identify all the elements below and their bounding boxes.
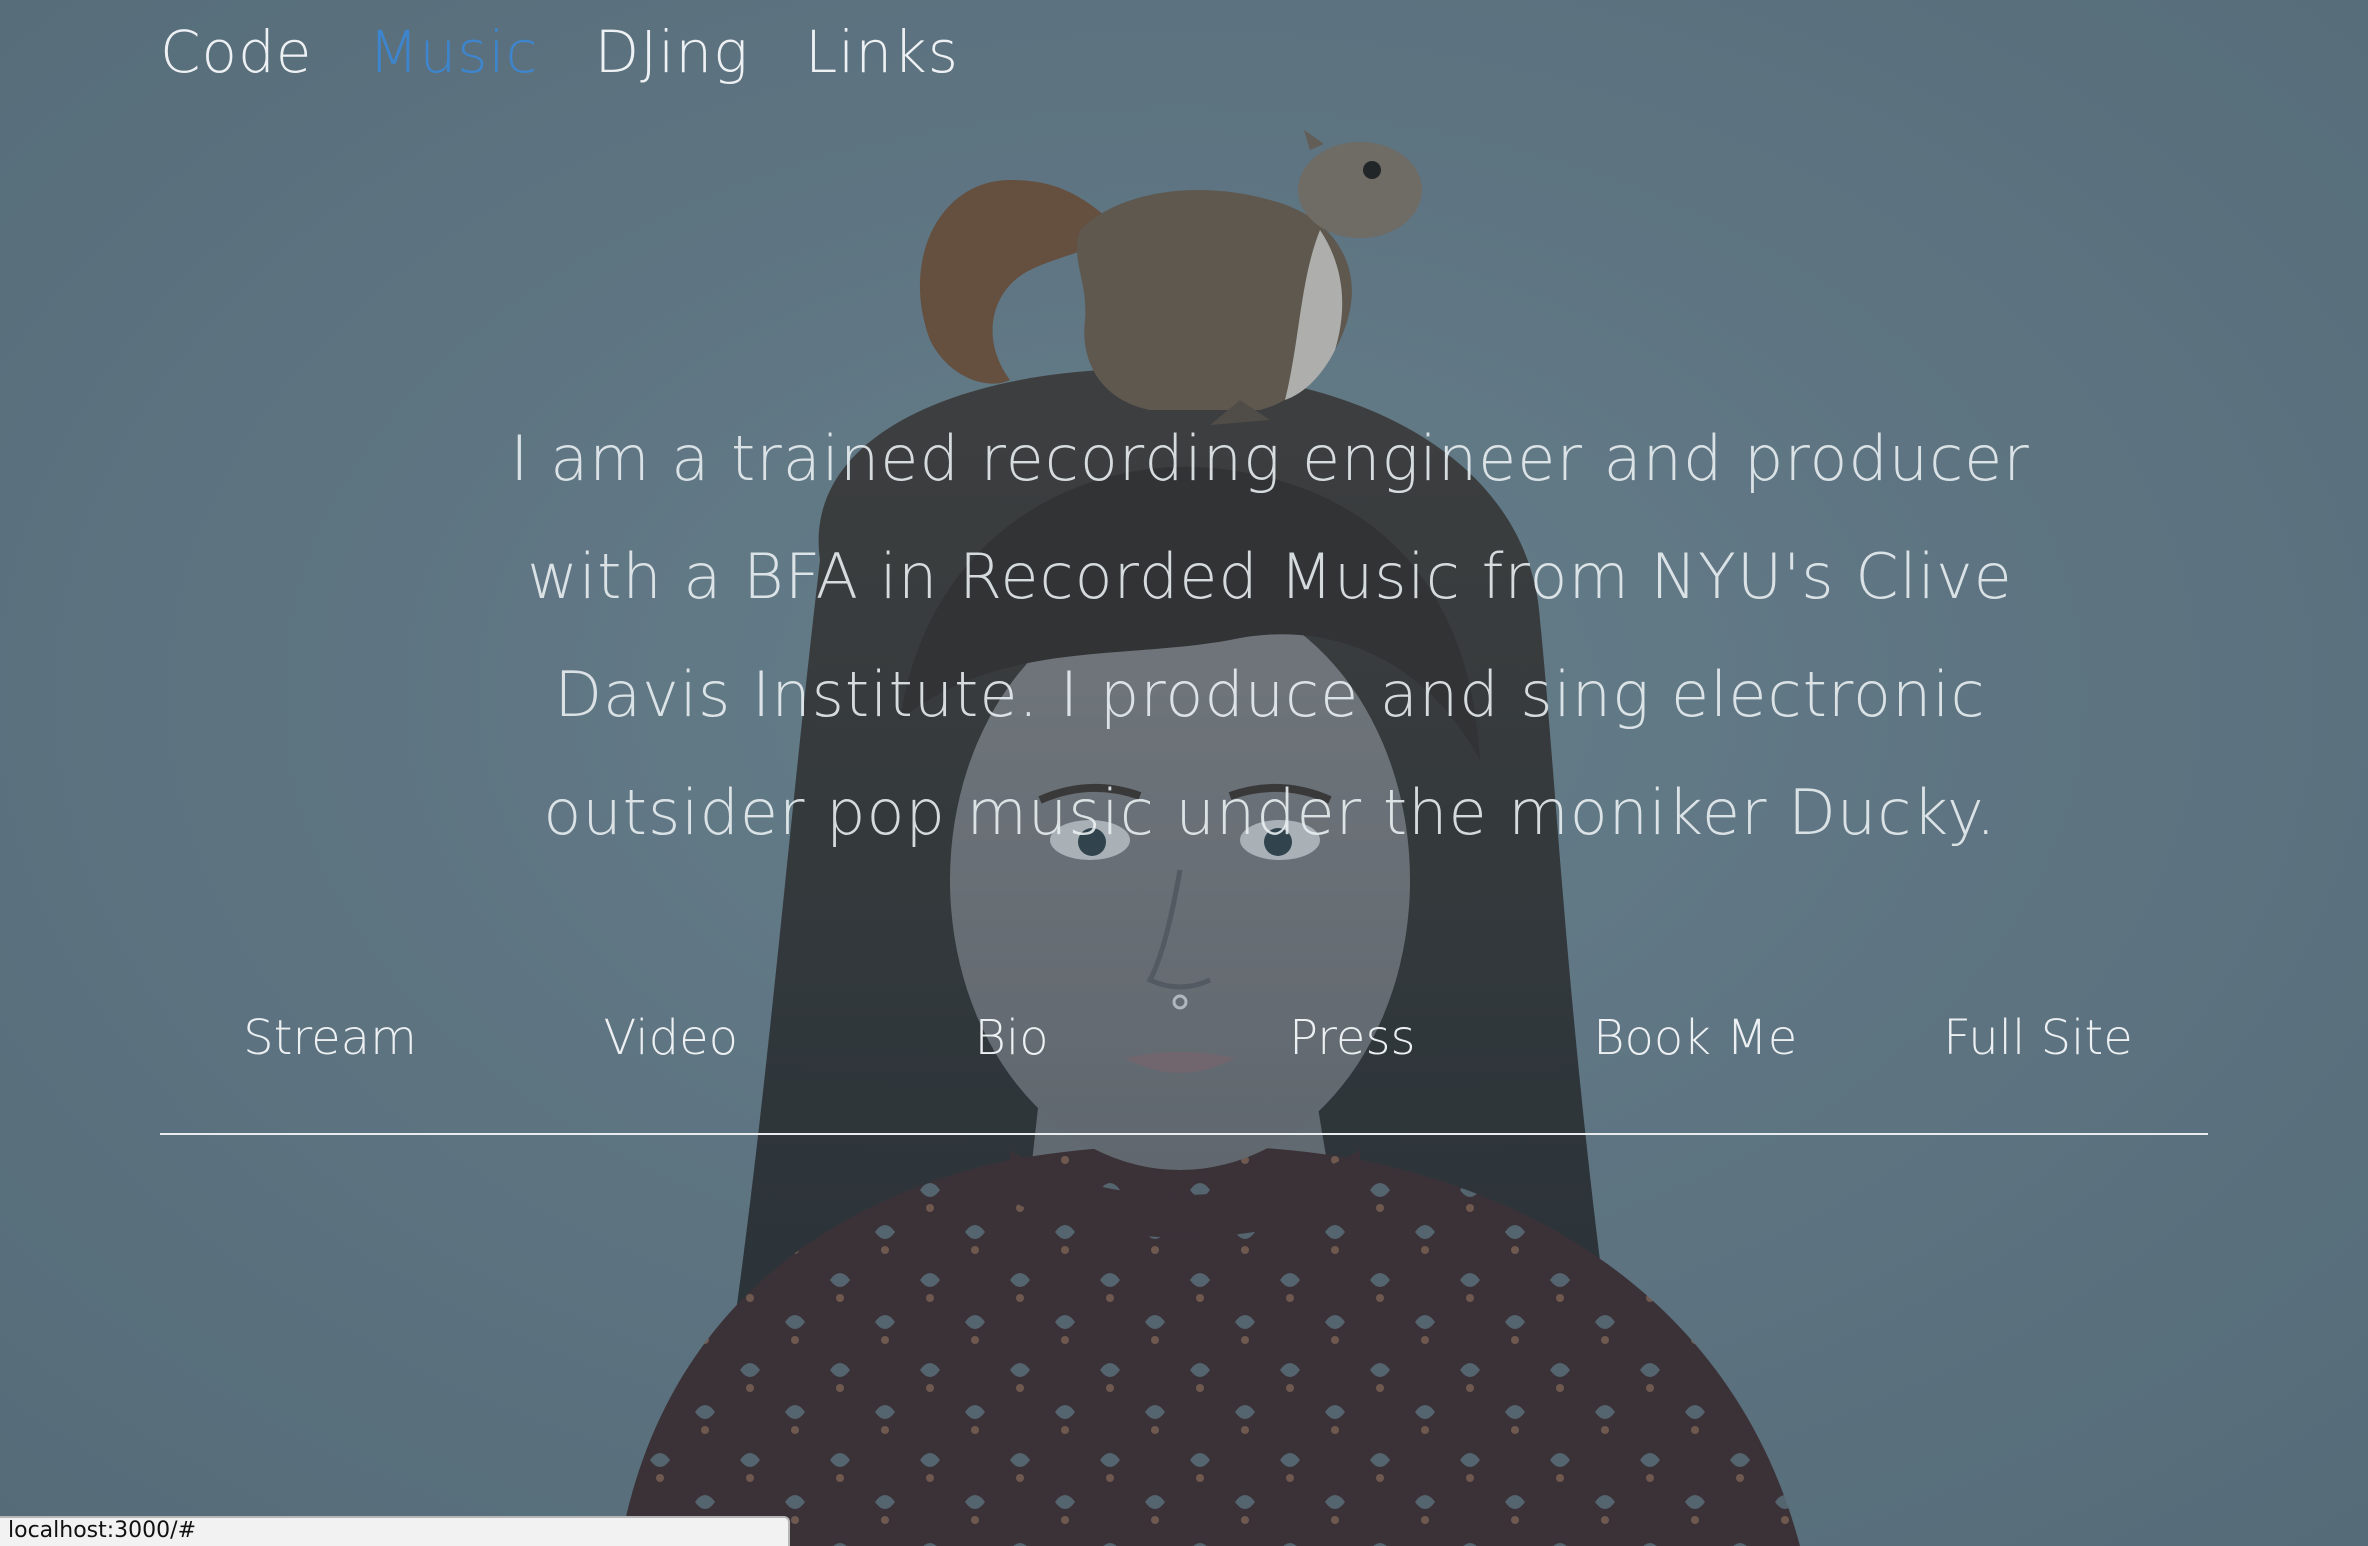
sub-nav-full-site[interactable]: Full Site bbox=[1938, 1010, 2138, 1066]
top-navigation: Code Music DJing Links bbox=[160, 18, 959, 86]
sub-nav-press[interactable]: Press bbox=[1252, 1010, 1452, 1066]
sub-nav-bio[interactable]: Bio bbox=[912, 1010, 1112, 1066]
sub-nav-video[interactable]: Video bbox=[571, 1010, 771, 1066]
intro-text: I am a trained recording engineer and pr… bbox=[510, 422, 2030, 849]
music-sub-navigation: Stream Video Bio Press Book Me Full Site bbox=[160, 1010, 2208, 1066]
nav-item-code[interactable]: Code bbox=[160, 18, 312, 86]
sub-nav-stream[interactable]: Stream bbox=[230, 1010, 430, 1066]
nav-item-djing[interactable]: DJing bbox=[595, 18, 749, 86]
nav-item-links[interactable]: Links bbox=[805, 18, 959, 86]
browser-status-bar: localhost:3000/# bbox=[0, 1516, 790, 1546]
nav-item-music[interactable]: Music bbox=[368, 18, 538, 86]
sub-nav-book-me[interactable]: Book Me bbox=[1593, 1010, 1797, 1066]
sub-nav-divider bbox=[160, 1133, 2208, 1135]
